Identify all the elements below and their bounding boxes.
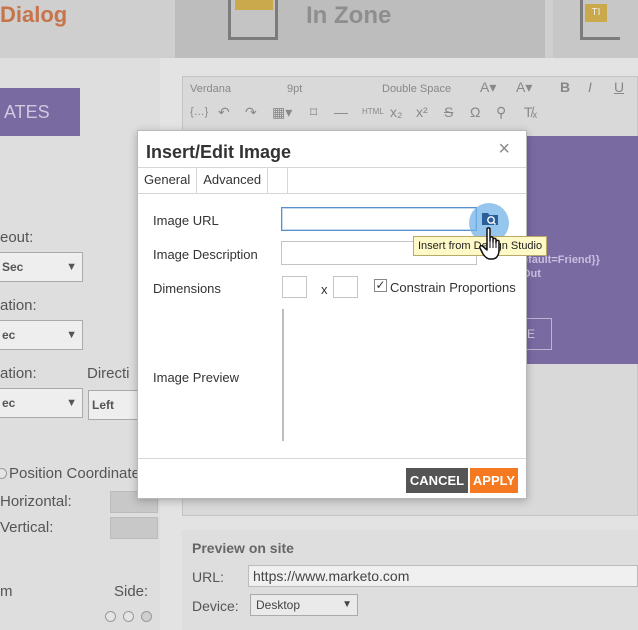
direction-label: Directi [87,365,130,382]
width-input[interactable] [282,276,307,298]
animation-label: ation: [0,297,37,314]
line-spacing-select[interactable]: Double Space [382,83,451,95]
strikethrough-icon[interactable]: S [444,104,453,120]
apply-button[interactable]: APPLY [470,468,518,493]
zone-thumbnail-2: TI [580,0,620,40]
underline-icon[interactable]: U [614,79,624,95]
font-family-select[interactable]: Verdana [190,83,231,95]
preview-url-input[interactable]: https://www.marketo.com [248,565,638,587]
horizontal-rule-icon[interactable]: — [334,104,348,120]
preview-device-label: Device: [192,598,239,614]
close-icon[interactable]: × [498,139,510,159]
superscript-icon[interactable]: x² [416,104,428,120]
direction-select[interactable]: Left [88,390,138,420]
source-code-icon[interactable]: {…} [190,106,208,118]
image-url-input[interactable] [281,207,477,231]
side-label: Side: [114,583,149,600]
vertical-label: Vertical: [0,519,54,536]
find-replace-icon[interactable]: ⚲ [496,104,506,121]
bookmark-icon[interactable]: ⌑ [310,104,317,121]
animation-out-select[interactable]: ec ▼ [0,388,83,418]
animation-out-label: ation: [0,365,37,382]
bold-icon[interactable]: B [560,79,570,95]
constrain-proportions-label: Constrain Proportions [390,280,516,295]
side-radio-2[interactable] [123,611,134,622]
html-icon[interactable]: HTML [362,107,384,116]
cancel-button[interactable]: CANCEL [406,468,468,493]
image-preview-area [282,309,284,441]
preview-title: Preview on site [192,540,294,556]
tabs-divider [138,193,526,194]
dimensions-label: Dimensions [153,281,221,296]
tabs-spacer [268,168,289,193]
tab-advanced[interactable]: Advanced [197,168,269,193]
dimensions-separator: x [321,282,328,297]
special-char-icon[interactable]: Ω [470,104,480,120]
image-description-label: Image Description [153,247,258,262]
footer-divider [138,458,526,459]
italic-icon[interactable]: I [588,79,592,95]
m-label: m [0,583,13,600]
redo-icon[interactable]: ↷ [245,104,257,121]
side-radio-1[interactable] [105,611,116,622]
height-input[interactable] [333,276,358,298]
clear-format-icon[interactable]: T̸ₓ [524,104,537,120]
dialog-tabs: General Advanced [138,168,289,193]
zone-thumbnail [228,0,278,40]
dialog-title: Insert/Edit Image [146,142,292,162]
font-size-select[interactable]: 9pt [287,83,302,95]
device-select[interactable]: Desktop ▼ [250,594,358,616]
image-preview-label: Image Preview [153,370,239,385]
horizontal-label: Horizontal: [0,493,72,510]
subscript-icon[interactable]: x₂ [390,104,402,120]
image-url-label: Image URL [153,213,219,228]
constrain-proportions-checkbox[interactable]: ✓ [374,279,387,292]
highlight-color-icon[interactable]: A▾ [516,79,532,96]
templates-button[interactable]: ATES [0,88,80,136]
preview-url-label: URL: [192,569,224,585]
timeout-select[interactable]: Sec ▼ [0,252,83,282]
table-icon[interactable]: ▦▾ [272,104,292,121]
page-title: Dialog [0,2,68,27]
timeout-label: eout: [0,229,34,246]
undo-icon[interactable]: ↶ [218,104,230,121]
vertical-field[interactable] [110,517,158,539]
side-radio-3[interactable] [141,611,152,622]
insert-edit-image-dialog: Insert/Edit Image × General Advanced Ima… [137,130,527,499]
tab-general[interactable]: General [138,168,198,193]
hand-pointer-cursor-icon [479,227,500,260]
zone-card-title: In Zone [306,2,392,29]
position-coordinates-label: Position Coordinate [9,465,140,482]
animation-select[interactable]: ec ▼ [0,320,83,350]
folder-search-icon[interactable] [481,210,499,226]
text-color-icon[interactable]: A▾ [480,79,496,96]
